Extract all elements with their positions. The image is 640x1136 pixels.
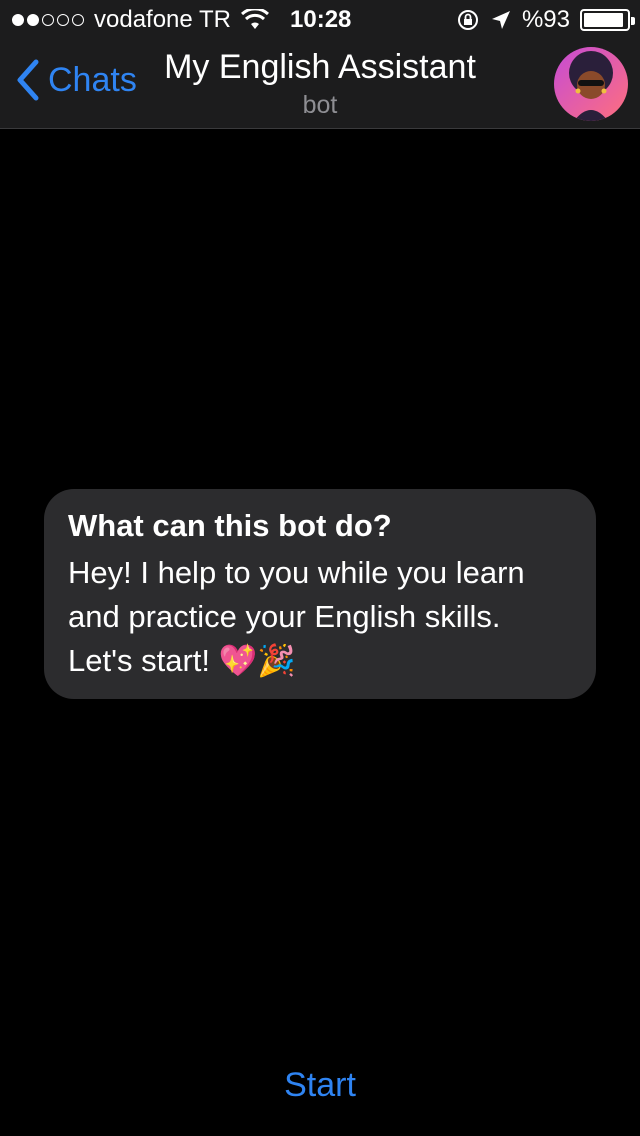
status-left: vodafone TR (12, 6, 269, 34)
bot-info-line: and practice your English skills. (68, 599, 501, 634)
back-button[interactable]: Chats (14, 58, 137, 102)
carrier-name: vodafone TR (94, 6, 231, 33)
start-button[interactable]: Start (0, 1066, 640, 1116)
bot-info-line: Hey! I help to you while you learn (68, 555, 525, 590)
bot-info-line: Let's start! 💖🎉 (68, 643, 296, 678)
navigation-bar: Chats My English Assistant bot (0, 40, 640, 129)
location-arrow-icon (491, 11, 510, 29)
battery-percentage: %93 (521, 6, 570, 33)
signal-strength-icon (12, 14, 84, 26)
battery-icon (580, 9, 635, 31)
status-bar: vodafone TR 10:28 %93 (0, 0, 640, 40)
bot-info-bubble: What can this bot do? Hey! I help to you… (44, 489, 596, 699)
status-right: %93 (456, 6, 635, 34)
chevron-left-icon (17, 59, 39, 101)
back-label: Chats (48, 60, 137, 99)
bot-avatar[interactable] (554, 47, 628, 121)
avatar-image (554, 47, 628, 121)
rotation-lock-icon (457, 10, 478, 30)
bot-info-heading: What can this bot do? (68, 508, 392, 543)
status-time: 10:28 (290, 6, 352, 33)
chat-screen: vodafone TR 10:28 %93 Chats My English A… (0, 0, 640, 1136)
wifi-icon (240, 9, 269, 29)
